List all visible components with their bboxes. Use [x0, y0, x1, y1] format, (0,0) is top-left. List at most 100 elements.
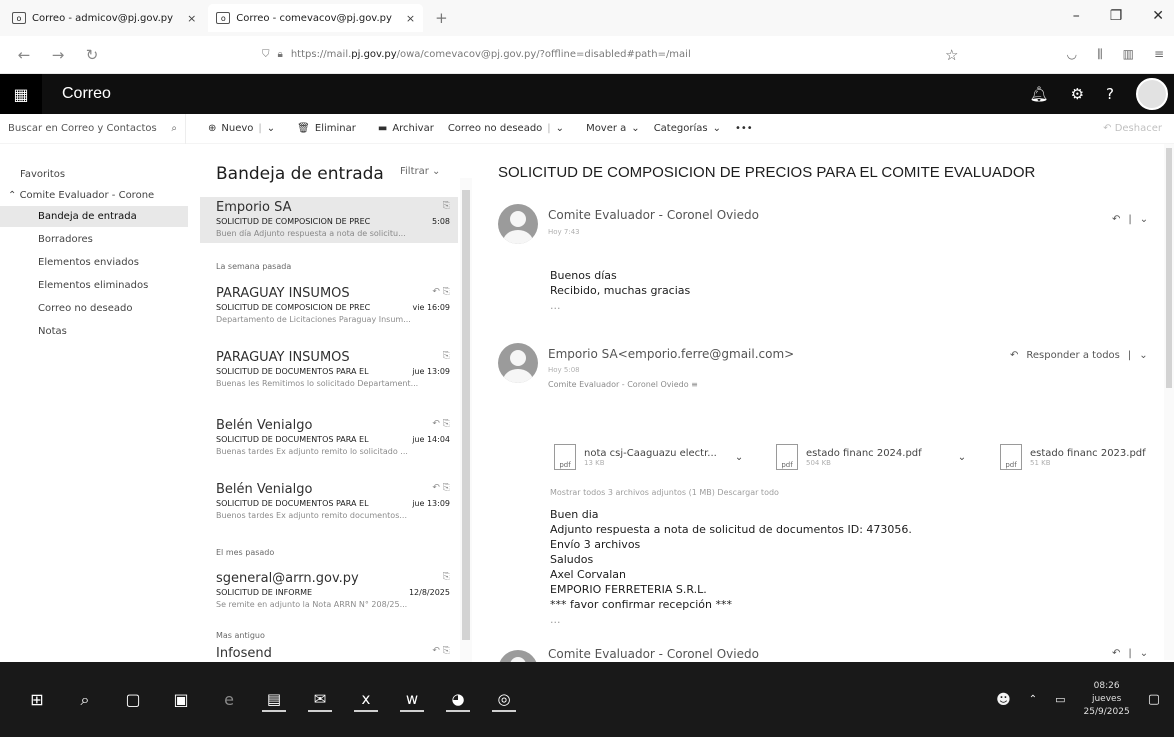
- show-all-attachments-link[interactable]: Mostrar todos 3 archivos adjuntos (1 MB)…: [550, 488, 779, 497]
- maximize-button[interactable]: ❐: [1110, 8, 1123, 24]
- reload-icon[interactable]: ↻: [82, 46, 102, 64]
- search-placeholder: Buscar en Correo y Contactos: [8, 123, 157, 134]
- tab-close-icon[interactable]: ×: [406, 12, 415, 25]
- folder-notes[interactable]: Notas: [0, 321, 188, 342]
- more-actions-button[interactable]: •••: [735, 123, 753, 134]
- archive-button[interactable]: ▬ Archivar: [378, 123, 434, 134]
- move-to-button[interactable]: Mover a ⌄: [586, 123, 640, 134]
- menu-icon[interactable]: ≡: [1154, 47, 1164, 62]
- browser-tab-admicov[interactable]: o Correo - admicov@pj.gov.py ×: [4, 4, 204, 32]
- folder-sent[interactable]: Elementos enviados: [0, 252, 188, 273]
- back-arrow-icon[interactable]: ←: [14, 46, 34, 64]
- undo-button[interactable]: ↶ Deshacer: [1103, 123, 1162, 134]
- reply-all-icon[interactable]: ↶: [1112, 648, 1120, 659]
- list-item[interactable]: Emporio SA SOLICITUD DE COMPOSICION DE P…: [200, 197, 458, 243]
- chevron-down-icon[interactable]: ⌄: [267, 123, 275, 134]
- search-icon[interactable]: ⌕: [74, 690, 96, 710]
- chrome-icon[interactable]: ◎: [492, 688, 516, 712]
- list-item[interactable]: sgeneral@arrn.gov.py SOLICITUD DE INFORM…: [200, 568, 458, 618]
- notifications-icon[interactable]: ▢: [1148, 692, 1160, 707]
- sidebar-icon[interactable]: ▥: [1123, 47, 1134, 62]
- sender-name[interactable]: Comite Evaluador - Coronel Oviedo: [548, 208, 759, 222]
- subject-row: SOLICITUD DE COMPOSICION DE PREC vie 16:0…: [200, 301, 458, 312]
- subject-row: SOLICITUD DE DOCUMENTOS PARA EL jue 13:09: [200, 497, 458, 508]
- library-icon[interactable]: ⫼: [1097, 47, 1103, 62]
- pocket-icon[interactable]: ◡: [1067, 47, 1077, 62]
- url-field[interactable]: ⛉ 🔒︎ https://mail.pj.gov.py/owa/comevaco…: [262, 49, 982, 60]
- chevron-down-icon[interactable]: ⌄: [1139, 350, 1147, 361]
- clock-date: 25/9/2025: [1083, 707, 1130, 717]
- chevron-down-icon[interactable]: ⌄: [735, 452, 743, 463]
- chevron-down-icon[interactable]: ⌄: [1140, 648, 1148, 659]
- user-icon[interactable]: ☻: [996, 692, 1011, 708]
- bell-icon[interactable]: 🔔︎: [1030, 85, 1049, 103]
- time: 12/8/2025: [408, 588, 450, 597]
- attachment[interactable]: pdf estado financ 2024.pdf 504 KB ⌄: [776, 444, 966, 470]
- attachment-size: 504 KB: [806, 458, 831, 467]
- list-item[interactable]: Belén Venialgo SOLICITUD DE DOCUMENTOS P…: [200, 479, 458, 529]
- chevron-up-icon[interactable]: ⌃: [1029, 694, 1037, 705]
- help-icon[interactable]: ?: [1106, 85, 1114, 103]
- file-explorer-icon[interactable]: ▤: [262, 688, 286, 712]
- minimize-button[interactable]: –: [1073, 8, 1080, 24]
- task-view-icon[interactable]: ▢: [122, 690, 144, 709]
- network-icon[interactable]: ▭: [1055, 693, 1065, 706]
- sender-name[interactable]: Comite Evaluador - Coronel Oviedo: [548, 647, 759, 661]
- attachment-info: estado financ 2023.pdf 51 KB: [1030, 448, 1146, 467]
- list-item[interactable]: PARAGUAY INSUMOS SOLICITUD DE COMPOSICIO…: [200, 283, 458, 333]
- scroll-thumb[interactable]: [462, 190, 470, 640]
- chevron-down-icon[interactable]: ⌄: [958, 452, 966, 463]
- time: 5:08: [432, 217, 450, 226]
- list-item[interactable]: PARAGUAY INSUMOS SOLICITUD DE DOCUMENTOS…: [200, 347, 458, 397]
- new-button[interactable]: ⊕ Nuevo | ⌄: [208, 123, 275, 134]
- scroll-thumb[interactable]: [1166, 148, 1172, 388]
- reply-all-icon[interactable]: ↶: [1112, 214, 1120, 225]
- attachment[interactable]: pdf nota csj-Caaguazu electr... 13 KB ⌄: [554, 444, 743, 470]
- folder-drafts[interactable]: Borradores: [0, 229, 188, 250]
- avatar[interactable]: [1136, 78, 1168, 110]
- firefox-icon[interactable]: ◕: [446, 688, 470, 712]
- folder-junk[interactable]: Correo no deseado: [0, 298, 188, 319]
- tab-close-icon[interactable]: ×: [187, 12, 196, 25]
- delete-button[interactable]: 🗑︎ Eliminar: [297, 123, 356, 134]
- store-icon[interactable]: ▣: [170, 690, 192, 709]
- search-input[interactable]: Buscar en Correo y Contactos ⌕: [0, 113, 186, 144]
- reply-all-button[interactable]: Responder a todos: [1026, 350, 1119, 361]
- list-scrollbar[interactable]: [460, 178, 472, 662]
- gear-icon[interactable]: ⚙: [1071, 85, 1084, 103]
- windows-start-icon[interactable]: ⊞: [26, 690, 48, 709]
- pdf-file-icon: pdf: [776, 444, 798, 470]
- categories-button[interactable]: Categorías ⌄: [654, 123, 721, 134]
- favorites-header[interactable]: Favoritos: [0, 144, 188, 180]
- junk-button[interactable]: Correo no deseado | ⌄: [448, 123, 564, 134]
- forward-arrow-icon[interactable]: →: [48, 46, 68, 64]
- system-tray: ☻ ⌃ ▭ 08:26 jueves 25/9/2025 ▢: [996, 662, 1160, 737]
- group-header: La semana pasada: [216, 262, 292, 271]
- folder-deleted[interactable]: Elementos eliminados: [0, 275, 188, 296]
- browser-tab-comevacov[interactable]: o Correo - comevacov@pj.gov.py ×: [208, 4, 424, 32]
- mail-icon[interactable]: ✉: [308, 688, 332, 712]
- app-launcher-icon[interactable]: ▦: [0, 74, 42, 114]
- excel-icon[interactable]: x: [354, 688, 378, 712]
- new-tab-button[interactable]: +: [435, 9, 448, 27]
- list-item[interactable]: Belén Venialgo SOLICITUD DE DOCUMENTOS P…: [200, 415, 458, 465]
- close-window-button[interactable]: ✕: [1152, 8, 1164, 24]
- delete-label: Eliminar: [314, 123, 356, 134]
- time: jue 13:09: [412, 499, 450, 508]
- chevron-down-icon[interactable]: ⌄: [1140, 214, 1148, 225]
- reading-scrollbar[interactable]: [1164, 144, 1174, 660]
- time: vie 16:09: [412, 303, 450, 312]
- browser-tab-strip: o Correo - admicov@pj.gov.py × o Correo …: [0, 0, 1174, 36]
- attachment[interactable]: pdf estado financ 2023.pdf 51 KB: [1000, 444, 1146, 470]
- bookmark-star-icon[interactable]: ☆: [945, 46, 958, 64]
- account-node[interactable]: ⌃ Comite Evaluador - Corone: [0, 180, 188, 201]
- list-item[interactable]: Infosend ↶ ⎘: [200, 646, 458, 660]
- clock[interactable]: 08:26 jueves 25/9/2025: [1084, 680, 1130, 719]
- word-icon[interactable]: w: [400, 688, 424, 712]
- sender-name[interactable]: Emporio SA<emporio.ferre@gmail.com>: [548, 347, 794, 361]
- sender: PARAGUAY INSUMOS: [216, 286, 350, 301]
- filter-button[interactable]: Filtrar ⌄: [400, 166, 440, 177]
- chevron-down-icon: ⌄: [555, 123, 565, 134]
- folder-inbox[interactable]: Bandeja de entrada: [0, 206, 188, 227]
- edge-icon[interactable]: e: [218, 690, 240, 709]
